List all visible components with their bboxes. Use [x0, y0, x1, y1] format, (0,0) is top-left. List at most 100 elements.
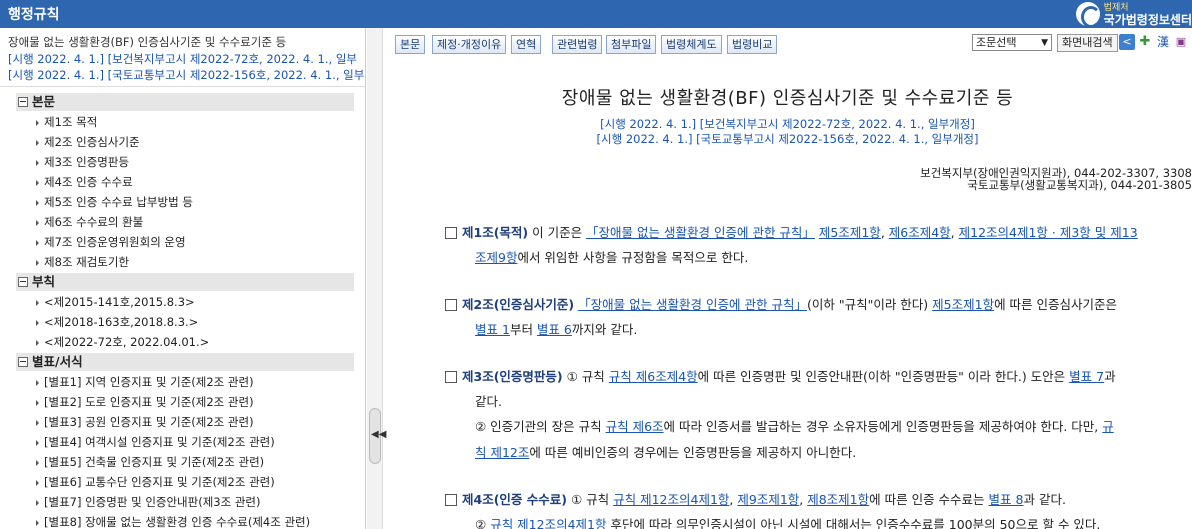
document-revision-2[interactable]: [시행 2022. 4. 1.] [국토교통부고시 제2022-156호, 20… — [383, 131, 1192, 147]
arrow-right-icon — [36, 499, 39, 506]
law-link[interactable]: 규 — [1102, 419, 1114, 434]
divider — [0, 86, 365, 87]
law-link[interactable]: 규칙 제12조의4제1항 — [490, 517, 606, 529]
article-4-paragraph-2: ② 규칙 제12조의4제1항 후단에 따라 의무인증시설이 아닌 시설에 대해서… — [475, 512, 1100, 529]
save-icon[interactable]: ▣ — [1173, 34, 1189, 50]
tab-revision-reason[interactable]: 제정·개정이유 — [432, 35, 507, 54]
law-link[interactable]: 규칙 제12조의4제1항 — [613, 492, 729, 507]
article-heading: 제1조(목적) — [462, 225, 529, 240]
sidebar-item[interactable]: <제2022-72호, 2022.04.01.> — [36, 334, 209, 350]
law-link[interactable]: 제5조제1항 — [932, 297, 994, 312]
appendix-link[interactable]: 별표 7 — [1069, 369, 1104, 384]
article-3-continued: 같다. — [475, 394, 502, 409]
sidebar-item[interactable]: 제6조 수수료의 환불 — [36, 214, 143, 230]
sidebar-revision-2[interactable]: [시행 2022. 4. 1.] [국토교통부고시 제2022-156호, 20… — [8, 67, 364, 83]
article-select[interactable]: 조문선택 ▼ — [972, 34, 1052, 51]
sidebar-item[interactable]: 제8조 재검토기한 — [36, 254, 129, 270]
arrow-right-icon — [36, 419, 39, 426]
article-checkbox[interactable] — [445, 494, 457, 506]
bookmark-icon[interactable]: ✚ — [1137, 34, 1153, 50]
article-1-continued: 조제9항에서 위임한 사항을 규정함을 목적으로 한다. — [475, 250, 749, 265]
sidebar-item[interactable]: 제2조 인증심사기준 — [36, 134, 140, 150]
article-heading: 제2조(인증심사기준) — [462, 297, 575, 312]
article-checkbox[interactable] — [445, 227, 457, 239]
section-addenda[interactable]: 부칙 — [16, 273, 354, 291]
law-link[interactable]: 제5조제1항 — [819, 225, 881, 240]
tab-related-laws[interactable]: 관련법령 — [552, 35, 603, 54]
document-revision-1[interactable]: [시행 2022. 4. 1.] [보건복지부고시 제2022-72호, 202… — [383, 116, 1192, 132]
article-3-paragraph-2-continued: 칙 제12조에 따른 예비인증의 경우에는 인증명판등을 제공하지 아니한다. — [475, 445, 857, 460]
document-title: 장애물 없는 생활환경(BF) 인증심사기준 및 수수료기준 등 — [561, 88, 1014, 109]
article-heading: 제4조(인증 수수료) — [462, 492, 567, 507]
arrow-right-icon — [36, 179, 39, 186]
tab-attachments[interactable]: 첨부파일 — [606, 35, 657, 54]
tab-main-text[interactable]: 본문 — [395, 35, 426, 54]
tab-law-system[interactable]: 법령체계도 — [661, 35, 722, 54]
article-checkbox[interactable] — [445, 299, 457, 311]
article-4: 제4조(인증 수수료) ① 규칙 규칙 제12조의4제1항, 제9조제1항, 제… — [445, 487, 1066, 513]
article-1: 제1조(목적) 이 기준은 「장애물 없는 생활환경 인증에 관한 규칙」 제5… — [445, 220, 1138, 246]
arrow-right-icon — [36, 159, 39, 166]
article-checkbox[interactable] — [445, 371, 457, 383]
document-body: 장애물 없는 생활환경(BF) 인증심사기준 및 수수료기준 등 [시행 202… — [383, 62, 1192, 529]
article-2-continued: 별표 1부터 별표 6까지와 같다. — [475, 322, 638, 337]
sidebar-item[interactable]: 제1조 목적 — [36, 114, 97, 130]
sidebar-item[interactable]: [별표8] 장애물 없는 생활환경 인증 수수료(제4조 관련) — [36, 514, 310, 529]
law-link[interactable]: 규칙 제6조 — [606, 419, 664, 434]
collapse-sidebar-handle[interactable]: ◀◀ — [369, 408, 386, 464]
law-link[interactable]: 규칙 제6조제4항 — [609, 369, 698, 384]
sidebar-item[interactable]: [별표5] 건축물 인증지표 및 기준(제2조 관련) — [36, 454, 264, 470]
sidebar-item[interactable]: 제4조 인증 수수료 — [36, 174, 133, 190]
brand-logo[interactable]: 법제처 국가법령정보센터 — [1072, 0, 1192, 28]
sidebar-item[interactable]: 제5조 인증 수수료 납부방법 등 — [36, 194, 193, 210]
arrow-right-icon — [36, 439, 39, 446]
collapse-icon[interactable] — [18, 97, 28, 107]
appendix-link[interactable]: 별표 1 — [475, 322, 510, 337]
sidebar-item[interactable]: 제3조 인증명판등 — [36, 154, 129, 170]
sidebar-item[interactable]: [별표2] 도로 인증지표 및 기준(제2조 관련) — [36, 394, 254, 410]
panel-splitter[interactable]: ◀◀ — [367, 28, 386, 529]
law-link[interactable]: 제12조의4제1항 · 제3항 및 제13 — [959, 225, 1138, 240]
arrow-right-icon — [36, 259, 39, 266]
law-link[interactable]: 제6조제4항 — [889, 225, 951, 240]
brand-name: 국가법령정보센터 — [1103, 13, 1192, 27]
sidebar-item[interactable]: <제2018-163호,2018.8.3.> — [36, 314, 198, 330]
arrow-right-icon — [36, 379, 39, 386]
law-link[interactable]: 「장애물 없는 생활환경 인증에 관한 규칙」 — [578, 297, 807, 312]
sidebar-item[interactable]: [별표7] 인증명판 및 인증안내판(제3조 관련) — [36, 494, 260, 510]
sidebar-revision-1[interactable]: [시행 2022. 4. 1.] [보건복지부고시 제2022-72호, 202… — [8, 51, 357, 67]
arrow-right-icon — [36, 399, 39, 406]
tab-history[interactable]: 연혁 — [511, 35, 542, 54]
top-header: 행정규칙 법제처 국가법령정보센터 — [0, 0, 1192, 28]
arrow-right-icon — [36, 299, 39, 306]
sidebar-doc-title: 장애물 없는 생활환경(BF) 인증심사기준 및 수수료기준 등 — [8, 35, 287, 49]
sidebar-item[interactable]: [별표4] 여객시설 인증지표 및 기준(제2조 관련) — [36, 434, 275, 450]
law-link[interactable]: 칙 제12조 — [475, 445, 529, 460]
share-icon[interactable]: < — [1119, 34, 1135, 50]
sidebar-item[interactable]: 제7조 인증운영위원회의 운영 — [36, 234, 186, 250]
law-link[interactable]: 제9조제1항 — [737, 492, 799, 507]
arrow-right-icon — [36, 319, 39, 326]
law-link[interactable]: 조제9항 — [475, 250, 517, 265]
arrow-right-icon — [36, 139, 39, 146]
arrow-right-icon — [36, 339, 39, 346]
logo-icon — [1075, 2, 1101, 28]
law-link[interactable]: 「장애물 없는 생활환경 인증에 관한 규칙」 — [586, 225, 815, 240]
arrow-right-icon — [36, 519, 39, 526]
section-appendix[interactable]: 별표/서식 — [16, 353, 354, 371]
in-page-search-button[interactable]: 화면내검색 — [1057, 34, 1118, 52]
collapse-icon[interactable] — [18, 277, 28, 287]
section-main[interactable]: 본문 — [16, 93, 354, 111]
tab-law-compare[interactable]: 법령비교 — [727, 35, 778, 54]
collapse-icon[interactable] — [18, 357, 28, 367]
sidebar-item[interactable]: <제2015-141호,2015.8.3> — [36, 294, 195, 310]
sidebar-item[interactable]: [별표6] 교통수단 인증지표 및 기준(제2조 관련) — [36, 474, 275, 490]
article-3: 제3조(인증명판등) ① 규칙 규칙 제6조제4항에 따른 인증명판 및 인증안… — [445, 364, 1116, 390]
appendix-link[interactable]: 별표 8 — [989, 492, 1024, 507]
sidebar-item[interactable]: [별표3] 공원 인증지표 및 기준(제2조 관련) — [36, 414, 254, 430]
chevron-down-icon: ▼ — [1041, 38, 1048, 48]
sidebar-item[interactable]: [별표1] 지역 인증지표 및 기준(제2조 관련) — [36, 374, 254, 390]
law-link[interactable]: 제8조제1항 — [807, 492, 869, 507]
appendix-link[interactable]: 별표 6 — [537, 322, 572, 337]
hanja-icon[interactable]: 漢 — [1155, 34, 1171, 50]
